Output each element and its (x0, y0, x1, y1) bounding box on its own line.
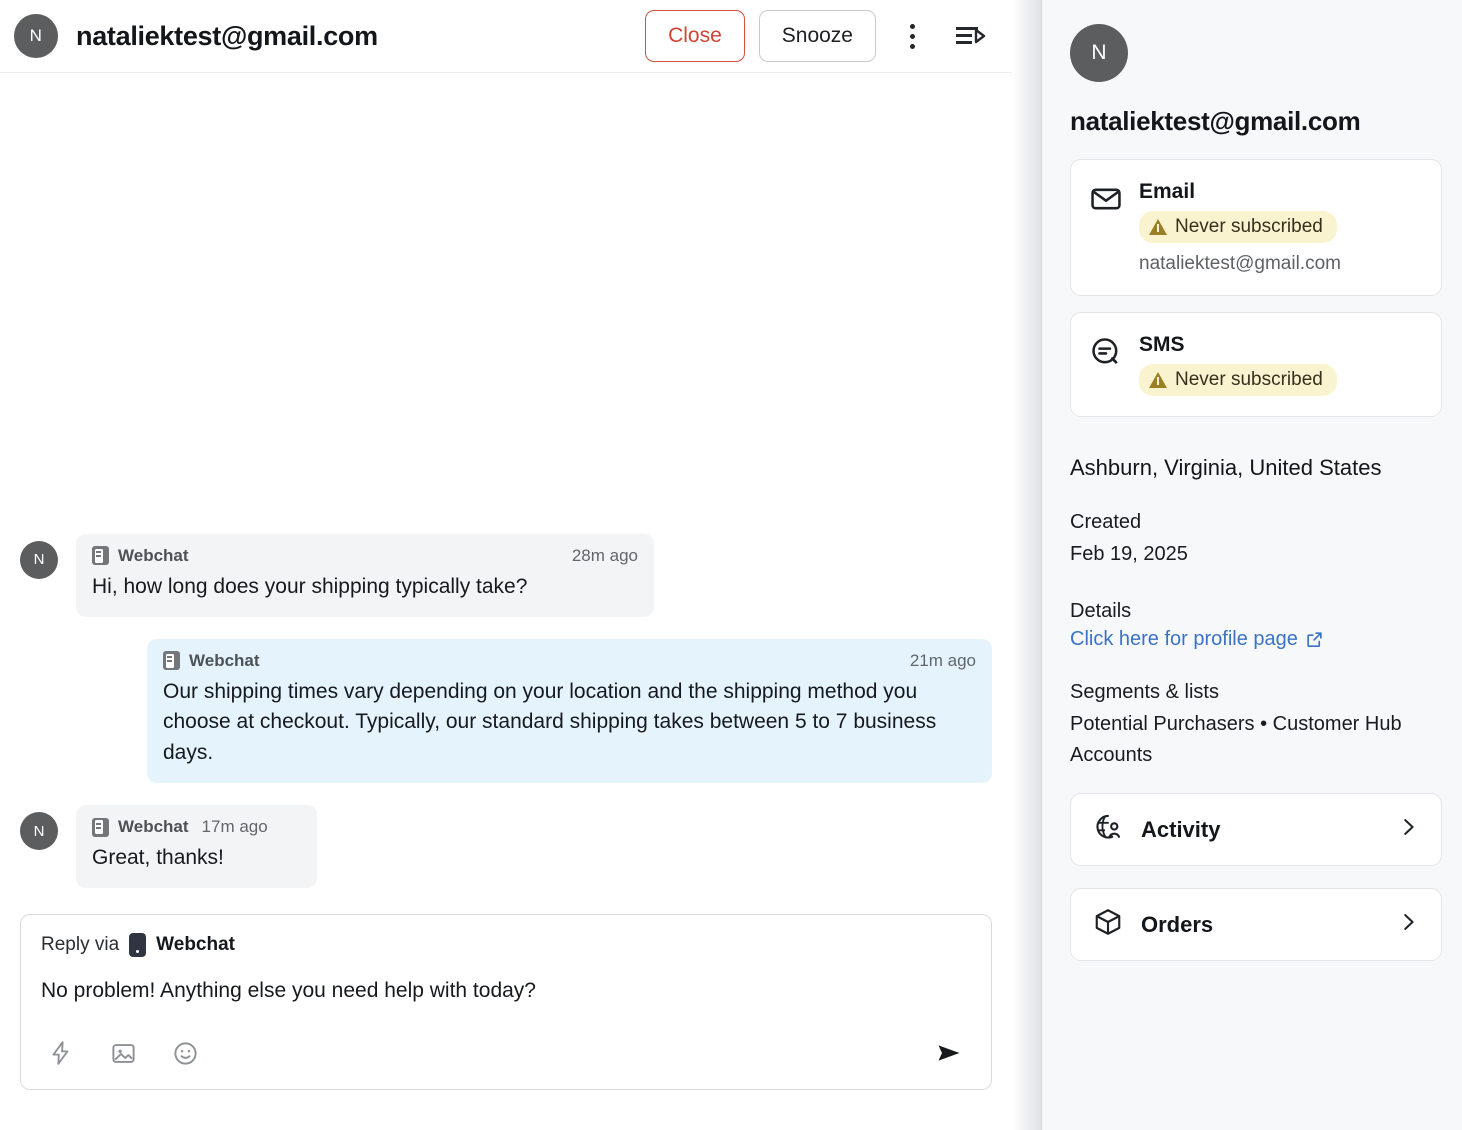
details-field: Details Click here for profile page (1070, 600, 1442, 651)
warning-icon (1149, 372, 1167, 388)
webchat-channel-icon (129, 933, 147, 957)
webchat-icon (92, 546, 109, 566)
snooze-button[interactable]: Snooze (758, 10, 876, 62)
channel-name: Email (1139, 180, 1196, 203)
message-channel: Webchat (118, 545, 189, 565)
external-link-icon (1307, 632, 1322, 648)
profile-page-link-label: Click here for profile page (1070, 628, 1298, 650)
quick-reply-button[interactable] (41, 1033, 81, 1073)
sms-bubble-icon (1089, 335, 1123, 374)
composer-channel-name: Webchat (156, 934, 235, 955)
attach-image-button[interactable] (103, 1033, 143, 1073)
message-meta: Webchat 28m ago (92, 546, 638, 566)
message-bubble: Webchat 28m ago Hi, how long does your s… (76, 533, 654, 617)
created-field: Created Feb 19, 2025 (1070, 511, 1442, 570)
details-label: Details (1070, 600, 1132, 622)
send-button[interactable] (927, 1033, 971, 1073)
kebab-menu-icon (909, 23, 915, 49)
activity-globe-person-icon (1093, 812, 1123, 847)
message-text: Great, thanks! (92, 846, 224, 870)
channel-card-sms[interactable]: SMS Never subscribed (1070, 312, 1442, 417)
webchat-icon (92, 817, 109, 837)
conversation-pane: N nataliektest@gmail.com Close Snooze N … (0, 0, 1012, 1130)
chevron-right-icon (1397, 816, 1419, 843)
status-badge-label: Never subscribed (1175, 216, 1323, 237)
channel-body: Email Never subscribed nataliektest@gmai… (1139, 180, 1423, 275)
segments-value: Potential Purchasers • Customer Hub Acco… (1070, 713, 1402, 766)
message-text: Our shipping times vary depending on you… (163, 679, 937, 765)
header-actions: Close Snooze (645, 10, 992, 62)
contact-title: nataliektest@gmail.com (1070, 106, 1361, 136)
contact-location: Ashburn, Virginia, United States (1070, 455, 1382, 480)
message-row: N Webchat 28m ago Hi, how long does your… (20, 533, 992, 617)
message-meta: Webchat 21m ago (163, 651, 976, 671)
message-bubble: Webchat 17m ago Great, thanks! (76, 805, 317, 888)
avatar: N (20, 812, 58, 851)
composer-toolbar (41, 1033, 971, 1073)
message-timestamp: 17m ago (201, 817, 268, 837)
segments-label: Segments & lists (1070, 681, 1219, 703)
app-root: N nataliektest@gmail.com Close Snooze N … (0, 0, 1462, 1130)
more-options-button[interactable] (890, 14, 934, 58)
profile-page-link[interactable]: Click here for profile page (1070, 628, 1324, 651)
channel-body: SMS Never subscribed (1139, 333, 1423, 396)
channel-value: nataliektest@gmail.com (1139, 253, 1341, 274)
message-list: N Webchat 28m ago Hi, how long does your… (0, 73, 1012, 914)
reply-via-label: Reply via (41, 934, 120, 955)
collapse-panel-button[interactable] (948, 14, 992, 58)
composer-wrapper: Reply via Webchat No problem! Anything e… (0, 914, 1012, 1130)
status-badge: Never subscribed (1139, 364, 1337, 396)
send-icon (938, 1045, 960, 1061)
nav-card-orders[interactable]: Orders (1070, 888, 1442, 961)
emoji-icon (173, 1041, 197, 1065)
avatar: N (14, 14, 58, 58)
status-badge: Never subscribed (1139, 211, 1337, 243)
nav-label: Activity (1141, 816, 1221, 842)
message-bubble: Webchat 21m ago Our shipping times vary … (147, 638, 992, 784)
webchat-icon (163, 651, 180, 671)
message-row: Webchat 21m ago Our shipping times vary … (20, 638, 992, 784)
contact-side-panel: N nataliektest@gmail.com Email Never sub… (1042, 0, 1462, 1130)
avatar: N (20, 540, 58, 579)
page-title: nataliektest@gmail.com (76, 20, 378, 51)
message-timestamp: 28m ago (571, 545, 638, 565)
orders-box-icon (1093, 907, 1123, 942)
message-text: Hi, how long does your shipping typicall… (92, 574, 528, 598)
message-meta: Webchat 17m ago (92, 817, 301, 837)
envelope-icon (1089, 182, 1123, 221)
lightning-bolt-icon (52, 1041, 69, 1065)
close-button[interactable]: Close (645, 10, 745, 62)
created-value: Feb 19, 2025 (1070, 543, 1188, 565)
segments-field: Segments & lists Potential Purchasers • … (1070, 681, 1442, 771)
created-label: Created (1070, 511, 1142, 533)
composer-channel-row[interactable]: Reply via Webchat (41, 933, 971, 957)
panel-divider (1012, 0, 1042, 1130)
message-timestamp: 21m ago (909, 650, 976, 670)
channel-name: SMS (1139, 333, 1185, 356)
emoji-button[interactable] (165, 1033, 205, 1073)
avatar: N (1070, 24, 1128, 82)
channel-card-email[interactable]: Email Never subscribed nataliektest@gmai… (1070, 159, 1442, 296)
status-badge-label: Never subscribed (1175, 369, 1323, 390)
warning-icon (1149, 219, 1167, 235)
nav-card-activity[interactable]: Activity (1070, 793, 1442, 866)
message-row: N Webchat 17m ago Great, thanks! (20, 805, 992, 888)
image-icon (111, 1043, 135, 1063)
message-channel: Webchat (189, 650, 260, 670)
reply-input[interactable]: No problem! Anything else you need help … (41, 979, 971, 1009)
nav-label: Orders (1141, 911, 1214, 937)
collapse-panel-icon (956, 27, 986, 44)
conversation-header: N nataliektest@gmail.com Close Snooze (0, 0, 1012, 73)
chevron-right-icon (1397, 911, 1419, 938)
reply-composer[interactable]: Reply via Webchat No problem! Anything e… (20, 914, 992, 1090)
message-channel: Webchat (118, 817, 189, 837)
